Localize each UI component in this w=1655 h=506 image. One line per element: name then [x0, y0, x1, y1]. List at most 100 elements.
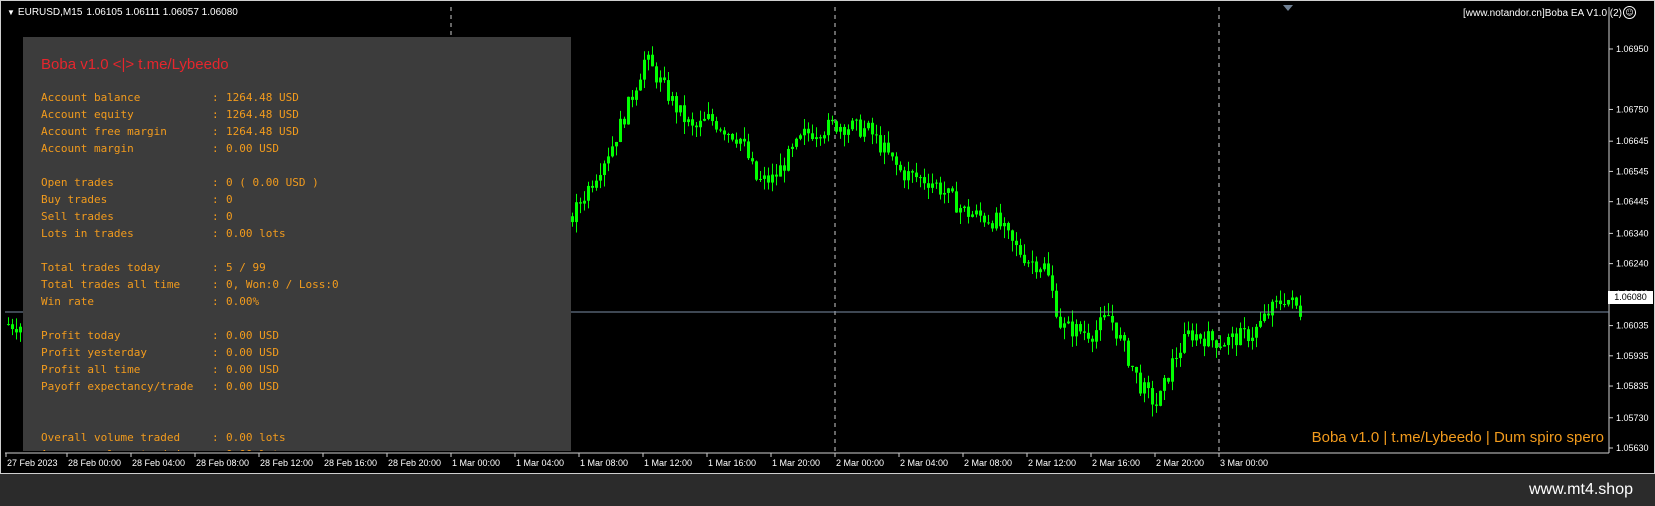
- candle-body: [1019, 245, 1022, 255]
- stat-separator: :: [212, 108, 219, 121]
- candle-body: [991, 223, 994, 229]
- candle-body: [907, 171, 910, 181]
- candle-body: [671, 96, 674, 101]
- candle-body: [1255, 326, 1258, 338]
- candle-body: [675, 96, 678, 113]
- candle-body: [995, 212, 998, 229]
- stat-label: Profit today: [41, 329, 121, 342]
- time-tick-label: 27 Feb 2023: [7, 458, 58, 468]
- candle-body: [927, 183, 930, 188]
- candle-body: [1039, 269, 1042, 273]
- candle-body: [827, 119, 830, 136]
- candle-body: [1259, 320, 1262, 327]
- time-tick-label: 28 Feb 04:00: [132, 458, 185, 468]
- candle-body: [1067, 321, 1070, 324]
- candle-body: [735, 139, 738, 144]
- price-tick-label: 1.05630: [1616, 443, 1649, 453]
- candle-body: [807, 128, 810, 134]
- time-tick-label: 1 Mar 20:00: [772, 458, 820, 468]
- candle-body: [11, 324, 14, 330]
- stat-row: Sell trades:0: [41, 208, 339, 225]
- stat-separator: :: [212, 193, 219, 206]
- candle-body: [823, 135, 826, 139]
- candle-body: [1083, 331, 1086, 333]
- candle-body: [1011, 230, 1014, 241]
- candle-body: [1031, 261, 1034, 263]
- candle-body: [1291, 297, 1294, 301]
- time-tick-label: 1 Mar 12:00: [644, 458, 692, 468]
- stat-row: Profit yesterday:0.00 USD: [41, 344, 339, 361]
- candle-body: [951, 188, 954, 192]
- stat-label: Account margin: [41, 142, 134, 155]
- candle-body: [723, 130, 726, 135]
- stat-value: 0.00 lots: [226, 227, 286, 240]
- stat-separator: :: [212, 329, 219, 342]
- stat-separator: :: [212, 227, 219, 240]
- stat-value: 0.00 lots: [226, 431, 286, 444]
- stat-separator: :: [212, 210, 219, 223]
- candle-body: [983, 215, 986, 223]
- stat-row: Open trades:0 ( 0.00 USD ): [41, 174, 339, 191]
- stat-label: Overall volume traded: [41, 431, 181, 444]
- footer-brand: Boba v1.0 | t.me/Lybeedo | Dum spiro spe…: [1311, 429, 1604, 446]
- candle-body: [1263, 313, 1266, 321]
- candle-body: [775, 174, 778, 177]
- candle-body: [1275, 300, 1278, 302]
- stat-row: Payoff expectancy/trade:0.00 USD: [41, 378, 339, 395]
- stat-separator: :: [212, 380, 219, 393]
- candle-body: [659, 77, 662, 83]
- candle-body: [931, 183, 934, 188]
- chart-window[interactable]: 1.06950 1.06750 1.06645 1.06545 1.06445 1.063…: [0, 0, 1655, 474]
- candle-body: [1059, 316, 1062, 328]
- candle-body: [1215, 340, 1218, 348]
- price-tick-label: 1.06645: [1616, 136, 1649, 146]
- candle-body: [1251, 337, 1254, 342]
- time-tick-label: 28 Feb 12:00: [260, 458, 313, 468]
- stat-row: Overall volume traded:0.00 lots: [41, 429, 339, 446]
- stat-separator: :: [212, 278, 219, 291]
- stat-label: Total trades today: [41, 261, 161, 274]
- candle-body: [843, 126, 846, 135]
- stat-label: Open trades: [41, 176, 114, 189]
- candle-body: [1091, 338, 1094, 342]
- stat-row: Total trades today:5 / 99: [41, 259, 339, 276]
- candle-body: [19, 326, 22, 333]
- candle-body: [1151, 388, 1154, 405]
- candle-body: [1115, 322, 1118, 339]
- candle-body: [1195, 334, 1198, 341]
- caret-down-icon[interactable]: ▼: [7, 8, 15, 17]
- stat-row: Profit all time:0.00 USD: [41, 361, 339, 378]
- stat-label: Win rate: [41, 295, 94, 308]
- stat-label: Buy trades: [41, 193, 108, 206]
- candle-body: [1099, 317, 1102, 331]
- candle-body: [579, 202, 582, 204]
- candle-body: [1171, 358, 1174, 382]
- candle-body: [1079, 324, 1082, 332]
- stat-value: 0.00 USD: [226, 346, 279, 359]
- candle-body: [939, 182, 942, 195]
- price-tick-label: 1.06445: [1616, 197, 1649, 207]
- candle-body: [975, 210, 978, 215]
- candle-body: [1095, 330, 1098, 342]
- candle-body: [1143, 382, 1146, 394]
- candle-body: [791, 146, 794, 149]
- candle-body: [811, 133, 814, 139]
- candle-body: [1191, 330, 1194, 341]
- shift-marker-icon[interactable]: [1283, 5, 1293, 11]
- candle-body: [719, 129, 722, 131]
- candle-body: [663, 77, 666, 81]
- candle-body: [1243, 328, 1246, 330]
- candle-body: [819, 137, 822, 139]
- smiley-icon[interactable]: ☺: [1623, 6, 1636, 19]
- candle-body: [623, 118, 626, 125]
- stat-row: Account equity:1264.48 USD: [41, 106, 339, 123]
- candle-body: [695, 125, 698, 128]
- candle-body: [847, 129, 850, 135]
- candle-body: [967, 206, 970, 217]
- candle-body: [831, 119, 834, 122]
- candle-body: [599, 175, 602, 181]
- stat-label: Sell trades: [41, 210, 114, 223]
- candle-body: [699, 120, 702, 128]
- candle-body: [1135, 366, 1138, 373]
- candle-body: [799, 135, 802, 139]
